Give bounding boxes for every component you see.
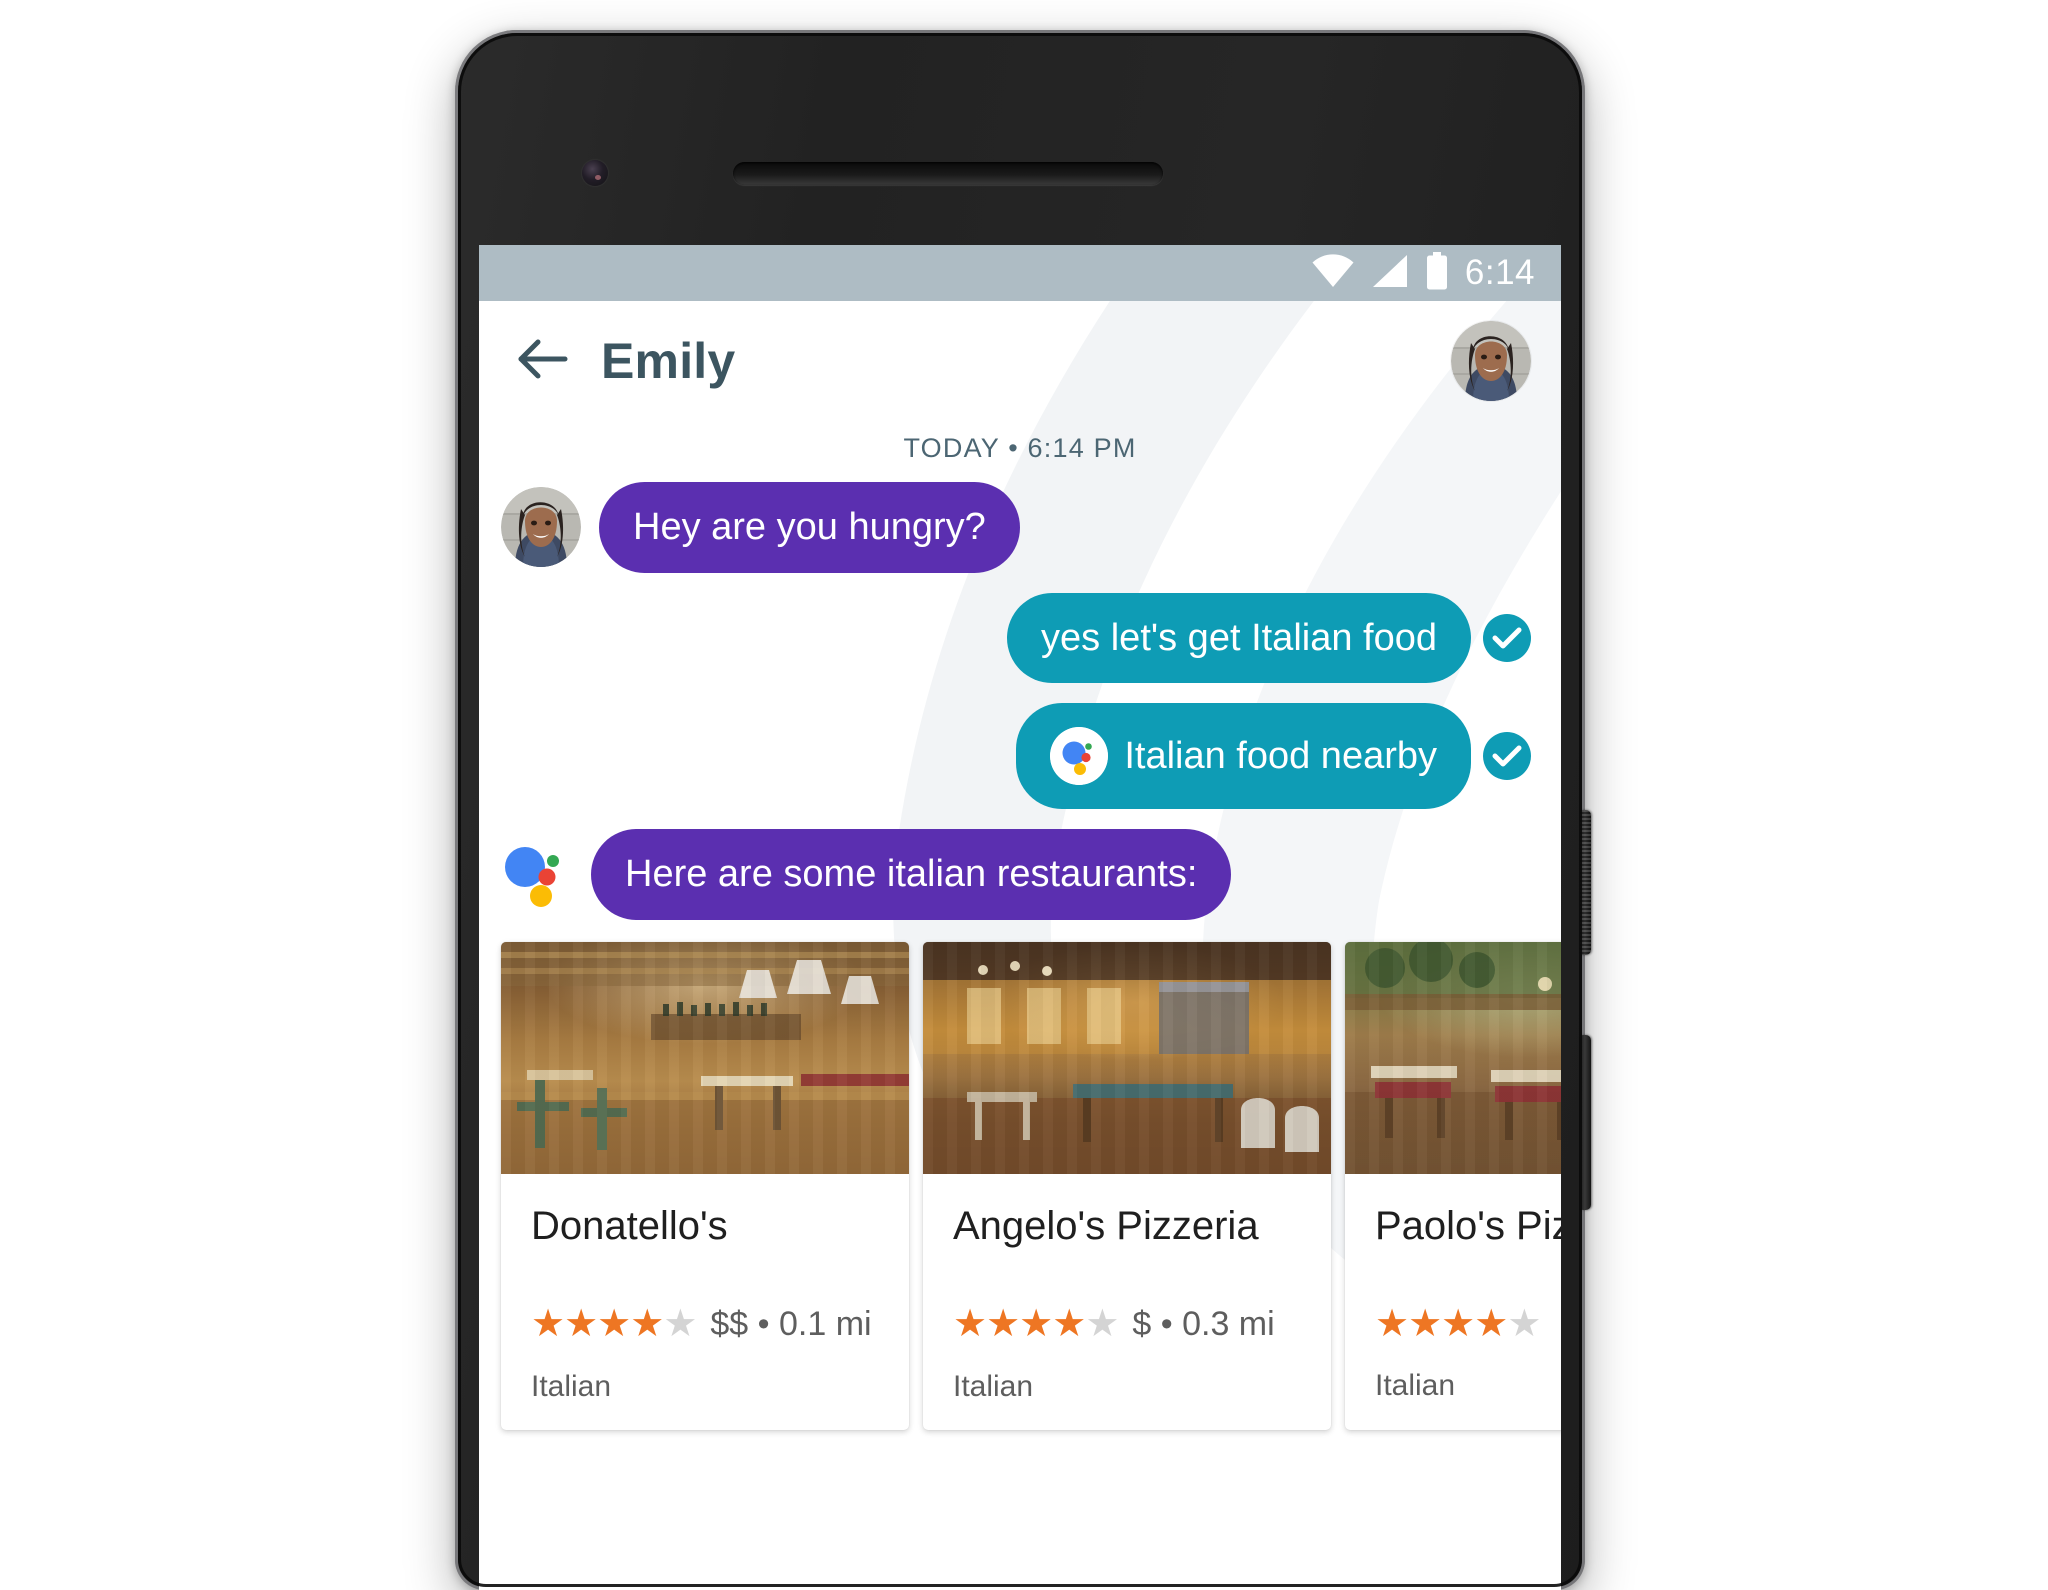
google-assistant-icon [1050,727,1109,786]
message-text: Italian food nearby [1124,734,1437,777]
star-filled: ★ [986,1303,1020,1346]
power-button[interactable] [1580,810,1591,955]
day-divider: TODAY • 6:14 PM [903,433,1137,463]
photo-texture [501,941,909,1174]
restaurant-cuisine: Italian [1375,1368,1456,1402]
message-bubble[interactable]: Italian food nearby [1016,703,1471,810]
front-camera-icon [582,160,608,186]
price-distance: $ • 0.3 mi [1132,1304,1275,1343]
restaurant-meta: ★ ★ ★ ★ ★ $$ • 0.1 mi [531,1305,879,1344]
wifi-icon [1311,253,1355,293]
message-list: Hey are you hungry? yes let's get Italia… [479,482,1561,920]
camera-lens-glint [595,175,601,180]
earpiece-speaker-icon [733,162,1163,185]
restaurant-card[interactable]: Paolo's Pizzeria ★ ★ ★ ★ ★ Italian [1345,941,1561,1430]
message-text: Hey are you hungry? [633,506,986,548]
star-filled: ★ [1375,1302,1409,1345]
star-empty: ★ [663,1303,697,1346]
star-empty: ★ [1507,1302,1541,1345]
restaurant-photo [1345,941,1561,1174]
star-filled: ★ [1019,1303,1053,1346]
restaurant-card[interactable]: Angelo's Pizzeria ★ ★ ★ ★ ★ $ • 0.3 mi I… [923,941,1331,1430]
back-button[interactable] [515,333,571,389]
message-avatar [501,487,581,568]
back-arrow-icon [517,337,569,386]
price-distance: $$ • 0.1 mi [710,1304,872,1343]
cellular-signal-icon [1371,254,1409,293]
message-row: yes let's get Italian food [501,592,1531,684]
restaurant-cuisine: Italian [953,1369,1034,1403]
message-bubble[interactable]: yes let's get Italian food [1007,592,1471,684]
sent-check-icon [1483,732,1531,781]
star-filled: ★ [1052,1303,1086,1346]
message-bubble[interactable]: Here are some italian restaurants: [591,829,1232,920]
message-text: yes let's get Italian food [1041,616,1437,659]
chat-surface: Emily TODAY • 6:14 PM Hey are you hungry… [479,301,1561,1590]
restaurant-card-body: Angelo's Pizzeria ★ ★ ★ ★ ★ $ • 0.3 mi I… [923,1174,1331,1430]
star-filled: ★ [1408,1302,1442,1345]
rating-stars: ★ ★ ★ ★ ★ [1375,1302,1541,1345]
avatar[interactable] [1451,321,1531,401]
sent-check-icon [1483,613,1531,662]
message-row: Here are some italian restaurants: [501,829,1531,920]
message-row: Hey are you hungry? [501,482,1531,573]
star-empty: ★ [1085,1303,1119,1346]
app-bar: Emily [479,301,1561,421]
restaurant-name: Donatello's [531,1203,728,1248]
star-filled: ★ [1474,1302,1508,1345]
restaurant-cuisine: Italian [531,1369,612,1403]
status-bar: 6:14 [479,245,1561,301]
phone-device: 6:14 Emily TODAY • 6:14 PM Hey are you h… [455,30,1591,1590]
star-filled: ★ [1441,1302,1475,1345]
restaurant-name: Angelo's Pizzeria [953,1203,1259,1248]
photo-texture [923,941,1331,1174]
google-assistant-icon [505,847,559,908]
restaurant-photo [923,941,1331,1174]
star-filled: ★ [564,1303,598,1346]
message-row: Italian food nearby [501,703,1531,810]
page-title: Emily [601,333,736,389]
restaurant-photo [501,941,909,1174]
star-filled: ★ [531,1303,565,1346]
star-filled: ★ [953,1303,987,1346]
volume-button[interactable] [1580,1035,1591,1210]
restaurant-card[interactable]: Donatello's ★ ★ ★ ★ ★ $$ • 0.1 mi Italia… [501,941,909,1430]
star-filled: ★ [630,1303,664,1346]
restaurant-meta: ★ ★ ★ ★ ★ [1375,1305,1561,1343]
restaurant-name: Paolo's Pizzeria [1375,1203,1561,1248]
battery-icon [1425,251,1449,295]
status-bar-icons [1311,251,1449,295]
restaurant-meta: ★ ★ ★ ★ ★ $ • 0.3 mi [953,1305,1301,1344]
status-bar-time: 6:14 [1464,253,1535,292]
phone-screen: 6:14 Emily TODAY • 6:14 PM Hey are you h… [479,245,1561,1590]
rating-stars: ★ ★ ★ ★ ★ [531,1303,697,1346]
photo-texture [1345,941,1561,1174]
message-bubble[interactable]: Hey are you hungry? [599,482,1020,573]
restaurant-card-body: Paolo's Pizzeria ★ ★ ★ ★ ★ Italian [1345,1174,1561,1429]
restaurant-carousel[interactable]: Donatello's ★ ★ ★ ★ ★ $$ • 0.1 mi Italia… [479,941,1561,1430]
rating-stars: ★ ★ ★ ★ ★ [953,1303,1119,1346]
message-text: Here are some italian restaurants: [625,853,1198,896]
restaurant-card-body: Donatello's ★ ★ ★ ★ ★ $$ • 0.1 mi Italia… [501,1174,909,1430]
star-filled: ★ [597,1303,631,1346]
